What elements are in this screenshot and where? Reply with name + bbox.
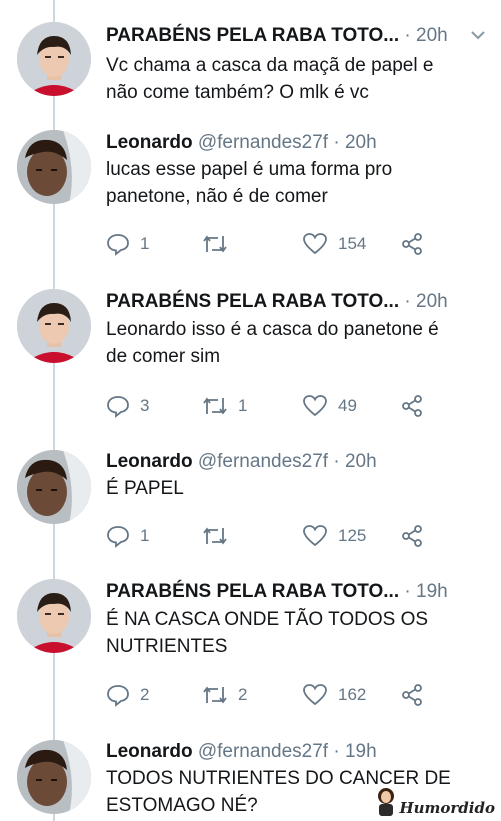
- tweet-text-line: É NA CASCA ONDE TÃO TODOS OS: [106, 609, 429, 630]
- reply-count: 1: [140, 526, 150, 545]
- tweet-text-line: É PAPEL: [106, 478, 184, 499]
- like-count: 125: [338, 526, 367, 545]
- avatar[interactable]: [17, 579, 91, 653]
- reply-count: 1: [140, 234, 150, 253]
- timestamp[interactable]: 19h: [416, 581, 448, 602]
- author-name[interactable]: PARABÉNS PELA RABA TOTO...: [106, 291, 399, 312]
- reply-count: 2: [140, 685, 150, 704]
- avatar[interactable]: [17, 289, 91, 363]
- reply-count: 3: [140, 396, 150, 415]
- tweet-header: Leonardo @fernandes27f · 20h: [106, 450, 496, 474]
- tweet-text: Leonardo isso é a casca do panetone é de…: [106, 316, 496, 370]
- share-button[interactable]: [400, 394, 424, 418]
- watermark-text: Humordido: [399, 799, 495, 817]
- author-handle[interactable]: @fernandes27f: [198, 741, 328, 762]
- retweet-count: 2: [238, 685, 248, 704]
- reply-button[interactable]: 2: [106, 683, 149, 707]
- reply-button[interactable]: 1: [106, 524, 149, 548]
- author-name[interactable]: Leonardo: [106, 132, 193, 153]
- tweet-header: Leonardo @fernandes27f · 19h: [106, 740, 496, 764]
- tweet-text: É NA CASCA ONDE TÃO TODOS OS NUTRIENTES: [106, 606, 496, 660]
- heart-icon: [303, 233, 327, 255]
- author-name[interactable]: Leonardo: [106, 741, 193, 762]
- reply-button[interactable]: 3: [106, 394, 149, 418]
- tweet-actions: 1 154: [106, 232, 436, 260]
- tweet-header: Leonardo @fernandes27f · 20h: [106, 131, 496, 155]
- avatar[interactable]: [17, 450, 91, 524]
- separator: ·: [404, 581, 417, 602]
- avatar[interactable]: [17, 22, 91, 96]
- reply-icon: [107, 526, 129, 548]
- retweet-icon: [203, 527, 227, 545]
- share-icon: [402, 395, 422, 417]
- timestamp[interactable]: 20h: [416, 291, 448, 312]
- reply-button[interactable]: 1: [106, 232, 149, 256]
- share-icon: [402, 233, 422, 255]
- like-button[interactable]: 162: [302, 683, 366, 707]
- author-name[interactable]: Leonardo: [106, 451, 193, 472]
- heart-icon: [303, 525, 327, 547]
- author-handle[interactable]: @fernandes27f: [198, 132, 328, 153]
- timestamp[interactable]: 19h: [345, 741, 377, 762]
- heart-icon: [303, 684, 327, 706]
- tweet-header: PARABÉNS PELA RABA TOTO... · 20h: [106, 24, 496, 48]
- author-name[interactable]: PARABÉNS PELA RABA TOTO...: [106, 581, 399, 602]
- tweet-text: lucas esse papel é uma forma pro paneton…: [106, 156, 496, 210]
- like-count: 49: [338, 396, 357, 415]
- tweet-header: PARABÉNS PELA RABA TOTO... · 19h: [106, 580, 496, 604]
- like-count: 154: [338, 234, 367, 253]
- thread-line: [53, 0, 55, 821]
- share-button[interactable]: [400, 683, 424, 707]
- like-button[interactable]: 125: [302, 524, 366, 548]
- retweet-button[interactable]: [202, 524, 238, 548]
- tweet-actions: 1 125: [106, 524, 436, 552]
- share-icon: [402, 525, 422, 547]
- tweet-header: PARABÉNS PELA RABA TOTO... · 20h: [106, 290, 496, 314]
- tweet-text: É PAPEL: [106, 475, 496, 502]
- tweet-text-line: de comer sim: [106, 346, 221, 367]
- tweet-text: Vc chama a casca da maçã de papel e não …: [106, 52, 496, 106]
- separator: ·: [404, 291, 417, 312]
- reply-icon: [107, 685, 129, 707]
- like-button[interactable]: 49: [302, 394, 357, 418]
- retweet-button[interactable]: [202, 232, 238, 256]
- separator: ·: [333, 132, 345, 153]
- retweet-count: 1: [238, 396, 248, 415]
- author-handle[interactable]: @fernandes27f: [198, 451, 328, 472]
- reply-icon: [107, 234, 129, 256]
- tweet-text-line: Vc chama a casca da maçã de papel e: [106, 55, 434, 76]
- tweet-actions: 2 2 162: [106, 683, 436, 711]
- heart-icon: [303, 395, 327, 417]
- retweet-button[interactable]: 1: [202, 394, 247, 418]
- like-count: 162: [338, 685, 367, 704]
- retweet-button[interactable]: 2: [202, 683, 247, 707]
- retweet-icon: [203, 686, 227, 704]
- tweet-text-line: lucas esse papel é uma forma pro: [106, 159, 393, 180]
- separator: ·: [404, 25, 417, 46]
- tweet-actions: 3 1 49: [106, 394, 436, 422]
- tweet-text-line: Leonardo isso é a casca do panetone é: [106, 319, 439, 340]
- share-button[interactable]: [400, 232, 424, 256]
- watermark-mascot-icon: [378, 788, 395, 816]
- tweet-text-line: panetone, não é de comer: [106, 186, 328, 207]
- watermark: Humordido: [375, 787, 495, 817]
- retweet-icon: [203, 397, 227, 415]
- share-button[interactable]: [400, 524, 424, 548]
- separator: ·: [333, 741, 345, 762]
- share-icon: [402, 684, 422, 706]
- timestamp[interactable]: 20h: [345, 451, 377, 472]
- tweet-text-line: não come também? O mlk é vc: [106, 82, 369, 103]
- author-name[interactable]: PARABÉNS PELA RABA TOTO...: [106, 25, 399, 46]
- chevron-down-icon[interactable]: [470, 26, 486, 50]
- timestamp[interactable]: 20h: [416, 25, 448, 46]
- tweet-text-line: NUTRIENTES: [106, 636, 228, 657]
- avatar[interactable]: [17, 130, 91, 204]
- like-button[interactable]: 154: [302, 232, 366, 256]
- reply-icon: [107, 396, 129, 418]
- separator: ·: [333, 451, 345, 472]
- avatar[interactable]: [17, 740, 91, 814]
- retweet-icon: [203, 235, 227, 253]
- timestamp[interactable]: 20h: [345, 132, 377, 153]
